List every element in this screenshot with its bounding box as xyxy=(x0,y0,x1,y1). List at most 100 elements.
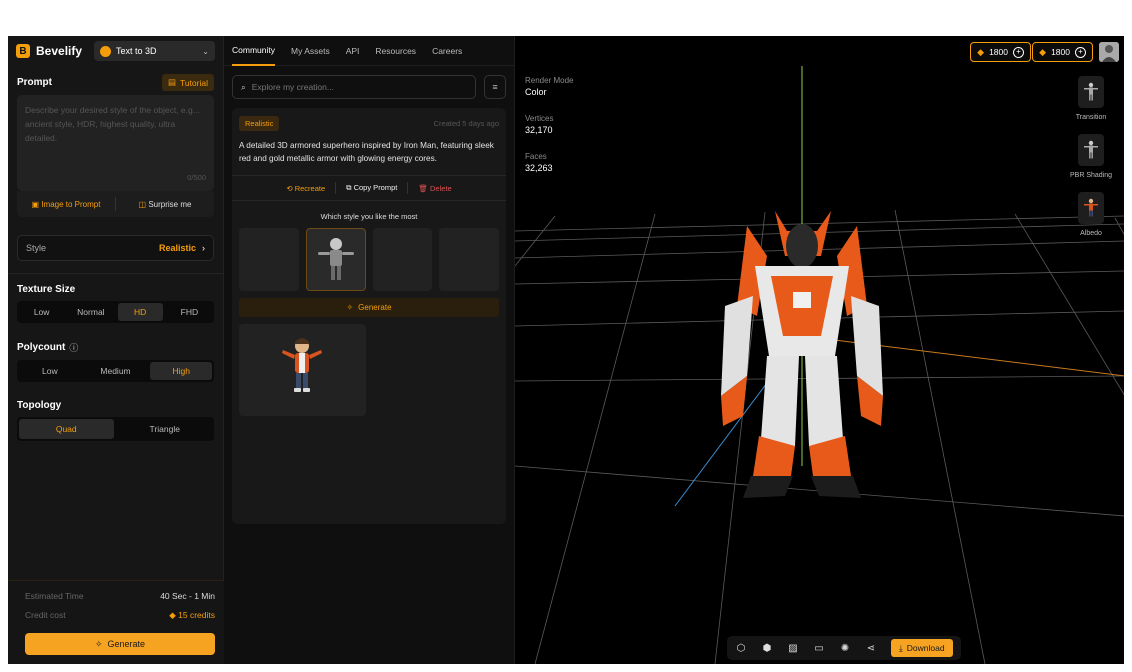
download-icon: ⤓ xyxy=(899,642,903,653)
estimated-time-label: Estimated Time xyxy=(25,591,84,601)
credit-balance[interactable]: ◆ 1800 + xyxy=(970,42,1031,62)
monitor-icon[interactable]: ▭ xyxy=(813,642,825,654)
view-mode-albedo[interactable]: Albedo xyxy=(1066,192,1116,237)
style-selector[interactable]: Style Realistic › xyxy=(17,235,214,261)
divider xyxy=(335,182,337,194)
generate-button[interactable]: ✧ Generate xyxy=(25,633,215,655)
credit-balance-value: 1800 xyxy=(1051,47,1070,57)
tab-community[interactable]: Community xyxy=(232,36,275,66)
texture-size-title: Texture Size xyxy=(17,284,76,295)
view-mode-label: Transition xyxy=(1075,114,1107,121)
cube-icon xyxy=(100,45,112,57)
credit-balance[interactable]: ◆ 1800 + xyxy=(1032,42,1093,62)
trash-icon: 🗑 xyxy=(418,183,430,193)
character-figure-icon xyxy=(282,338,322,392)
topology-option-triangle[interactable]: Triangle xyxy=(118,419,213,439)
texture-option-fhd[interactable]: FHD xyxy=(167,303,212,321)
filter-button[interactable]: ≡ xyxy=(484,75,506,99)
render-mode-stat: Render Mode Color xyxy=(525,76,573,97)
prompt-title: Prompt xyxy=(17,77,52,88)
prompt-header: Prompt ▤ Tutorial xyxy=(8,66,223,95)
polycount-title: Polycount xyxy=(17,342,66,353)
result-thumbnail[interactable] xyxy=(239,324,366,416)
view-mode-pbr-shading[interactable]: PBR Shading xyxy=(1066,134,1116,179)
image-icon: ▣ xyxy=(31,199,42,209)
polycount-option-low[interactable]: Low xyxy=(19,362,81,380)
topology-segment: Quad Triangle xyxy=(17,417,214,441)
copy-prompt-label: Copy Prompt xyxy=(353,183,398,192)
style-badge: Realistic xyxy=(239,116,280,131)
style-option-thumbnail-selected[interactable] xyxy=(305,228,366,291)
grid-floor xyxy=(515,66,1124,664)
info-icon[interactable]: ⓘ xyxy=(69,341,78,354)
topology-option-quad[interactable]: Quad xyxy=(19,419,114,439)
generate-style-button[interactable]: ✧ Generate xyxy=(239,298,499,317)
tab-resources[interactable]: Resources xyxy=(375,36,416,66)
estimated-time-value: 40 Sec - 1 Min xyxy=(160,591,215,601)
left-topbar: B Bevelify Text to 3D ⌄ xyxy=(8,36,223,66)
mode-select-label: Text to 3D xyxy=(116,46,157,56)
search-icon: ⌕ xyxy=(241,81,246,92)
add-credits-icon[interactable]: + xyxy=(1075,46,1086,58)
style-option-thumbnail[interactable] xyxy=(372,228,433,291)
char-counter: 0/500 xyxy=(187,173,206,182)
view-mode-label: PBR Shading xyxy=(1069,172,1113,179)
texture-option-low[interactable]: Low xyxy=(19,303,64,321)
left-panel: B Bevelify Text to 3D ⌄ Prompt ▤ Tutoria… xyxy=(8,36,224,664)
image-to-prompt-label: Image to Prompt xyxy=(41,199,101,209)
prompt-actions: ▣ Image to Prompt ◫ Surprise me xyxy=(17,191,214,217)
brand-name[interactable]: Bevelify xyxy=(36,44,82,58)
delete-button[interactable]: 🗑 Delete xyxy=(418,184,451,193)
copy-icon: ⧉ xyxy=(346,183,354,192)
share-icon[interactable]: ⋖ xyxy=(865,642,877,654)
add-credits-icon[interactable]: + xyxy=(1013,46,1024,58)
wireframe-cube-icon[interactable]: ⬡ xyxy=(735,642,747,654)
tutorial-button[interactable]: ▤ Tutorial xyxy=(161,74,214,91)
user-avatar-icon xyxy=(1099,42,1119,62)
tab-api[interactable]: API xyxy=(346,36,360,66)
style-option-thumbnail[interactable] xyxy=(439,228,500,291)
recreate-button[interactable]: ⟲ Recreate xyxy=(286,184,325,193)
tutorial-label: Tutorial xyxy=(179,77,208,88)
community-panel: Community My Assets API Resources Career… xyxy=(224,36,514,664)
solid-cube-icon[interactable]: ⬢ xyxy=(761,642,773,654)
texture-pattern-icon[interactable]: ▨ xyxy=(787,642,799,654)
credit-balance-value: 1800 xyxy=(989,47,1008,57)
avatar[interactable] xyxy=(1099,42,1119,62)
polycount-option-high[interactable]: High xyxy=(150,362,213,380)
figure-icon xyxy=(1078,134,1104,166)
estimated-time-row: Estimated Time 40 Sec - 1 Min xyxy=(25,591,215,601)
view-mode-label: Albedo xyxy=(1080,230,1102,237)
3d-viewport[interactable]: ◆ 1800 + ◆ 1800 + Render Mode Color Vert… xyxy=(514,36,1124,664)
credit-cost-value: ◆ 15 credits xyxy=(169,610,215,621)
view-mode-transition[interactable]: Transition xyxy=(1066,76,1116,121)
image-to-prompt-button[interactable]: ▣ Image to Prompt xyxy=(17,200,115,209)
surprise-me-label: Surprise me xyxy=(148,199,192,209)
character-figure-icon xyxy=(317,238,354,280)
tab-careers[interactable]: Careers xyxy=(432,36,462,66)
vertices-value: 32,170 xyxy=(525,125,553,135)
surprise-me-button[interactable]: ◫ Surprise me xyxy=(116,200,214,209)
download-button[interactable]: ⤓ Download xyxy=(891,639,953,657)
copy-prompt-button[interactable]: ⧉ Copy Prompt xyxy=(346,183,397,193)
polycount-segment: Low Medium High xyxy=(17,360,214,382)
polycount-option-medium[interactable]: Medium xyxy=(85,362,147,380)
diamond-icon: ◆ xyxy=(1039,46,1047,57)
style-option-thumbnail[interactable] xyxy=(239,228,299,291)
topology-header: Topology xyxy=(8,400,223,411)
chevron-down-icon: ⌄ xyxy=(202,46,209,56)
diamond-icon: ◆ xyxy=(169,610,179,620)
tab-my-assets[interactable]: My Assets xyxy=(291,36,330,66)
style-value: Realistic xyxy=(158,243,196,253)
figure-icon xyxy=(1078,192,1104,224)
diamond-icon: ◆ xyxy=(977,46,985,57)
mode-select[interactable]: Text to 3D ⌄ xyxy=(94,41,215,61)
texture-option-hd[interactable]: HD xyxy=(117,303,163,321)
recreate-label: Recreate xyxy=(294,183,326,193)
search-input[interactable]: ⌕ Explore my creation... xyxy=(232,75,476,99)
nav-tabs: Community My Assets API Resources Career… xyxy=(224,36,514,66)
texture-option-normal[interactable]: Normal xyxy=(68,303,113,321)
style-question: Which style you like the most xyxy=(320,212,418,221)
light-icon[interactable]: ✺ xyxy=(839,642,851,654)
prompt-textarea[interactable]: Describe your desired style of the objec… xyxy=(17,95,214,191)
